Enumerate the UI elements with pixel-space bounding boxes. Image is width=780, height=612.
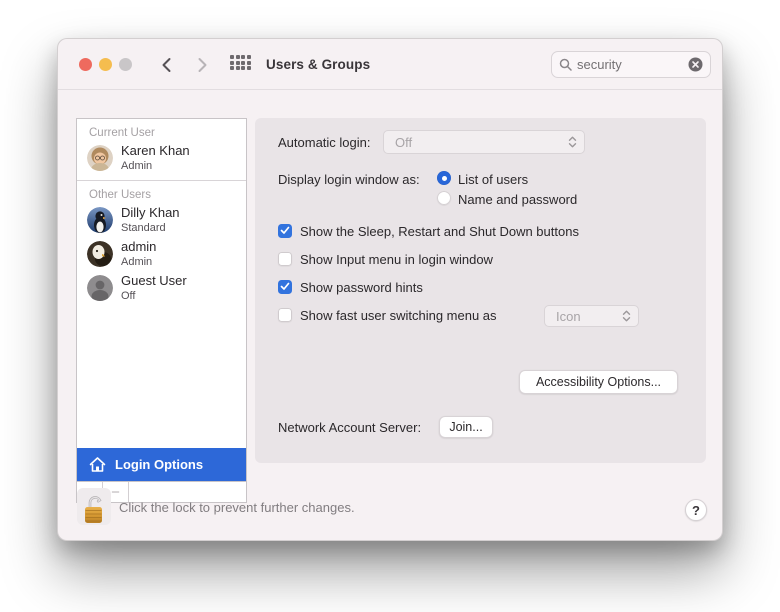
help-button[interactable]: ? (685, 499, 707, 521)
search-field[interactable] (551, 51, 711, 78)
radio-name-and-password-label[interactable]: Name and password (458, 192, 577, 207)
search-input[interactable] (577, 57, 688, 72)
back-button[interactable] (155, 54, 177, 76)
avatar (87, 275, 113, 301)
automatic-login-popup[interactable]: Off (383, 130, 585, 154)
checkbox-sleep-restart-shutdown-label[interactable]: Show the Sleep, Restart and Shut Down bu… (300, 224, 579, 239)
user-role: Standard (121, 222, 180, 234)
display-login-window-label: Display login window as: (278, 172, 420, 187)
user-name: admin (121, 240, 156, 254)
check-icon (280, 226, 290, 235)
checkbox-fast-user-switching[interactable] (278, 308, 292, 322)
user-role: Off (121, 290, 187, 302)
accessibility-options-button[interactable]: Accessibility Options... (519, 370, 678, 394)
user-name: Guest User (121, 274, 187, 288)
network-account-server-label: Network Account Server: (278, 420, 421, 435)
user-row-guest-user[interactable]: Guest User Off (77, 271, 246, 305)
chevron-left-icon (161, 57, 172, 73)
fast-user-switching-value: Icon (556, 309, 621, 324)
other-users-header: Other Users (77, 181, 246, 203)
automatic-login-label: Automatic login: (278, 135, 371, 150)
join-button[interactable]: Join... (439, 416, 493, 438)
house-icon (88, 456, 107, 473)
checkbox-password-hints[interactable] (278, 280, 292, 294)
fast-user-switching-popup[interactable]: Icon (544, 305, 639, 327)
login-options-label: Login Options (115, 457, 203, 472)
user-row-dilly-khan[interactable]: Dilly Khan Standard (77, 203, 246, 237)
forward-button[interactable] (191, 54, 213, 76)
checkbox-password-hints-label[interactable]: Show password hints (300, 280, 423, 295)
checkbox-input-menu-label[interactable]: Show Input menu in login window (300, 252, 493, 267)
radio-name-and-password[interactable] (437, 191, 451, 205)
lock-caption: Click the lock to prevent further change… (119, 500, 355, 515)
user-list-sidebar: Current User Karen Khan Admin (76, 118, 247, 503)
checkbox-sleep-restart-shutdown[interactable] (278, 224, 292, 238)
radio-list-of-users[interactable] (437, 171, 451, 185)
user-role: Admin (121, 160, 190, 172)
check-icon (280, 282, 290, 291)
close-button[interactable] (79, 58, 92, 71)
unlocked-padlock-icon (80, 493, 108, 525)
zoom-button (119, 58, 132, 71)
window-title: Users & Groups (266, 57, 370, 72)
radio-list-of-users-label[interactable]: List of users (458, 172, 528, 187)
checkbox-input-menu[interactable] (278, 252, 292, 266)
user-row-karen-khan[interactable]: Karen Khan Admin (77, 141, 246, 175)
user-row-admin[interactable]: admin Admin (77, 237, 246, 271)
user-name: Dilly Khan (121, 206, 180, 220)
minimize-button[interactable] (99, 58, 112, 71)
stepper-icon (621, 309, 632, 323)
login-options-panel: Automatic login: Off Display login windo… (255, 118, 706, 463)
user-name: Karen Khan (121, 144, 190, 158)
avatar (87, 207, 113, 233)
automatic-login-value: Off (395, 135, 567, 150)
user-list: Current User Karen Khan Admin (77, 119, 246, 448)
sidebar-item-login-options[interactable]: Login Options (77, 448, 246, 481)
current-user-header: Current User (77, 119, 246, 141)
search-icon (559, 58, 572, 71)
checkbox-fast-user-switching-label[interactable]: Show fast user switching menu as (300, 308, 497, 323)
toolbar: Users & Groups (58, 39, 722, 90)
clear-search-icon[interactable] (688, 57, 703, 72)
chevron-right-icon (197, 57, 208, 73)
show-all-grid-icon[interactable] (230, 55, 253, 74)
avatar (87, 145, 113, 171)
users-groups-window: Users & Groups Current User (57, 38, 723, 541)
stepper-icon (567, 135, 578, 149)
avatar (87, 241, 113, 267)
user-role: Admin (121, 256, 156, 268)
lock-button[interactable] (77, 488, 111, 525)
